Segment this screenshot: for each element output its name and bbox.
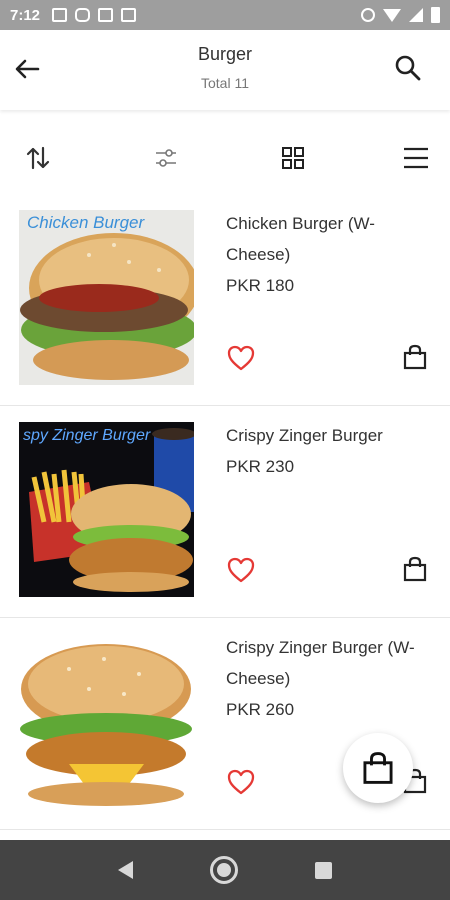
product-name: Crispy Zinger Burger PKR 230 xyxy=(226,420,436,482)
search-icon xyxy=(395,55,421,81)
title-wrap: Burger Total 11 xyxy=(0,44,450,91)
nav-home-icon[interactable] xyxy=(209,856,238,884)
product-item[interactable]: spy Zinger Burger Crispy Zinger Burger P… xyxy=(0,406,450,618)
product-image[interactable]: Chicken Burger xyxy=(19,210,194,385)
product-price: PKR 230 xyxy=(226,457,295,476)
status-left: 7:12 xyxy=(10,6,137,24)
product-price: PKR 180 xyxy=(226,276,295,295)
gmail-icon xyxy=(98,8,114,22)
list-view-icon xyxy=(404,147,428,169)
heart-icon xyxy=(227,345,255,371)
shopping-bag-icon xyxy=(403,344,427,370)
add-to-cart-button[interactable] xyxy=(402,556,430,584)
shopping-bag-icon xyxy=(363,752,393,784)
page-title: Burger xyxy=(197,44,253,64)
product-item[interactable]: Chicken Burger Chicken Burger (W-Cheese)… xyxy=(0,194,450,406)
product-title: Chicken Burger (W-Cheese) xyxy=(226,214,375,264)
product-title: Crispy Zinger Burger xyxy=(226,426,383,445)
signal-icon xyxy=(409,8,423,22)
filter-button[interactable] xyxy=(150,142,182,174)
grid-view-button[interactable] xyxy=(277,142,309,174)
search-button[interactable] xyxy=(394,54,424,84)
system-nav-bar xyxy=(0,840,450,900)
news-icon xyxy=(121,8,137,22)
product-name: Crispy Zinger Burger (W-Cheese) PKR 260 xyxy=(226,632,436,725)
heart-icon xyxy=(227,557,255,583)
grid-view-icon xyxy=(282,147,304,169)
cart-fab-button[interactable] xyxy=(343,733,413,803)
wifi-icon xyxy=(383,8,401,22)
product-image-caption: spy Zinger Burger xyxy=(23,427,151,444)
sort-button[interactable] xyxy=(22,142,54,174)
product-price: PKR 260 xyxy=(226,700,295,719)
nav-back-icon[interactable] xyxy=(118,861,134,879)
page-subtitle: Total 11 xyxy=(201,75,249,91)
shopping-bag-icon xyxy=(403,556,427,582)
status-right xyxy=(361,7,440,23)
instagram-icon xyxy=(75,8,91,22)
nav-recents-icon[interactable] xyxy=(314,861,332,879)
status-time: 7:12 xyxy=(10,6,41,24)
status-bar: 7:12 xyxy=(0,0,450,30)
list-view-button[interactable] xyxy=(400,142,432,174)
favorite-button[interactable] xyxy=(226,556,256,584)
filter-icon xyxy=(156,149,176,167)
alarm-icon xyxy=(361,8,375,22)
product-title: Crispy Zinger Burger (W-Cheese) xyxy=(226,638,415,688)
product-image[interactable]: spy Zinger Burger xyxy=(19,422,194,597)
heart-icon xyxy=(227,769,255,795)
image-icon xyxy=(52,8,68,22)
battery-icon xyxy=(431,7,440,23)
toolbar xyxy=(0,122,450,192)
product-image-caption: Chicken Burger xyxy=(27,213,146,232)
product-image[interactable] xyxy=(19,634,194,809)
sort-icon xyxy=(26,146,50,170)
app-header: Burger Total 11 xyxy=(0,30,450,110)
favorite-button[interactable] xyxy=(226,768,256,796)
favorite-button[interactable] xyxy=(226,344,256,372)
product-name: Chicken Burger (W-Cheese) PKR 180 xyxy=(226,208,436,301)
add-to-cart-button[interactable] xyxy=(402,344,430,372)
nav-home-dot xyxy=(216,863,231,877)
